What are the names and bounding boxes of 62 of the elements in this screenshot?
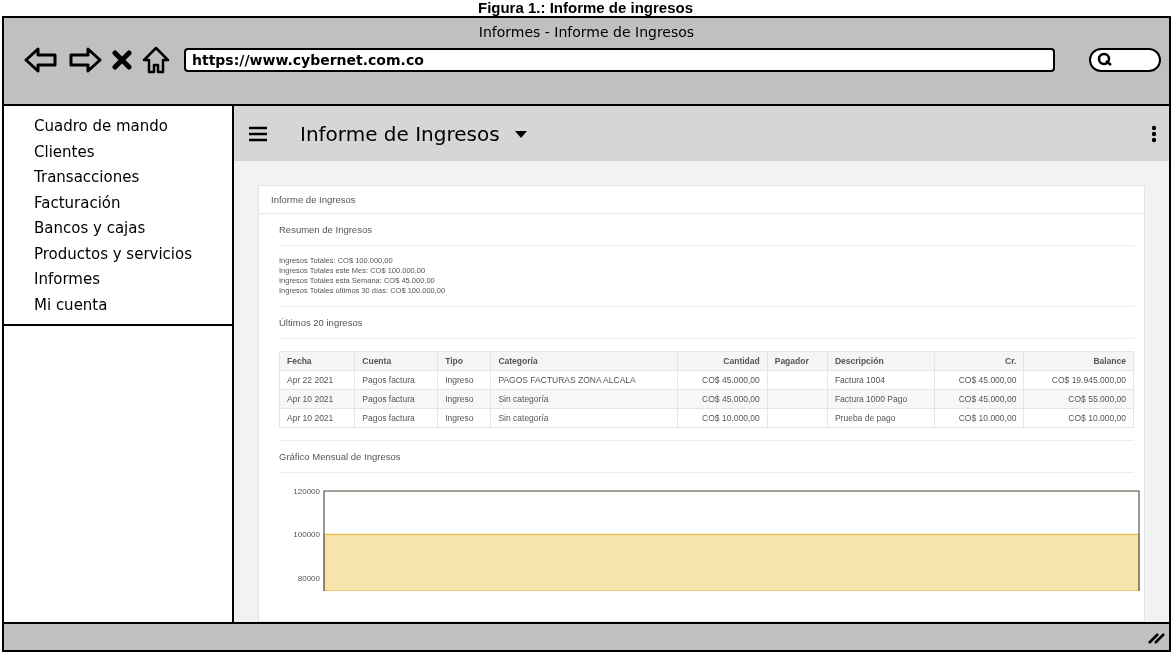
table-cell: Apr 22 2021	[279, 370, 355, 390]
column-header: Pagador	[767, 351, 828, 371]
column-header: Cuenta	[354, 351, 438, 371]
card-title: Informe de Ingresos	[259, 186, 1144, 214]
table-cell: Apr 10 2021	[279, 389, 355, 409]
table-cell: CO$ 55.000,00	[1023, 389, 1134, 409]
table-cell: CO$ 45.000,00	[678, 389, 768, 409]
table-cell: CO$ 10.000,00	[678, 408, 768, 428]
table-cell: CO$ 19.945.000,00	[1023, 370, 1134, 390]
more-icon[interactable]	[1151, 124, 1157, 143]
column-header: Categoría	[490, 351, 678, 371]
back-icon[interactable]	[24, 47, 58, 73]
menu-item[interactable]: Informes	[34, 267, 232, 293]
table-cell: CO$ 10.000,00	[1023, 408, 1134, 428]
table-cell: Pagos factura	[354, 370, 438, 390]
resize-grip-icon[interactable]	[1147, 630, 1165, 644]
menu-item[interactable]: Cuadro de mando	[34, 114, 232, 140]
axis-tick-label: 100000	[293, 530, 320, 540]
table-cell: Ingreso	[437, 389, 491, 409]
table-cell: CO$ 45.000,00	[934, 389, 1024, 409]
axis-tick-label: 120000	[293, 487, 320, 496]
section-title: Resumen de Ingresos	[279, 214, 1134, 246]
table-cell: Sin categoría	[490, 389, 678, 409]
table-cell: CO$ 45.000,00	[678, 370, 768, 390]
table-cell: Factura 1004	[827, 370, 935, 390]
figure-caption: Figura 1.: Informe de ingresos	[476, 0, 694, 16]
menu-item[interactable]: Productos y servicios	[34, 241, 232, 267]
menu-item[interactable]: Mi cuenta	[34, 292, 232, 318]
column-header: Cr.	[934, 351, 1024, 371]
close-icon[interactable]	[112, 50, 132, 70]
caret-icon[interactable]	[513, 128, 528, 139]
table-cell: Pagos factura	[354, 389, 438, 409]
column-header: Cantidad	[678, 351, 768, 371]
menu-item[interactable]: Transacciones	[34, 165, 232, 191]
table-cell: Apr 10 2021	[279, 408, 355, 428]
table-cell: CO$ 45.000,00	[934, 370, 1024, 390]
search-field[interactable]	[1089, 48, 1161, 72]
search-icon	[1097, 52, 1113, 68]
table-cell: Prueba de pago	[827, 408, 935, 428]
column-header: Tipo	[437, 351, 491, 371]
home-icon[interactable]	[142, 46, 170, 74]
address-field[interactable]: https://www.cybernet.com.co	[184, 48, 1055, 72]
window-title: Informes - Informe de Ingresos	[477, 23, 696, 40]
axis-tick-label: 80000	[297, 573, 320, 583]
table-cell: Sin categoría	[490, 408, 678, 428]
column-header: Fecha	[279, 351, 355, 371]
table-cell: CO$ 10.000,00	[934, 408, 1024, 428]
table-cell: Pagos factura	[354, 408, 438, 428]
menu-item[interactable]: Bancos y cajas	[34, 216, 232, 242]
menu-icon[interactable]	[248, 125, 268, 142]
section-title: Gráfico Mensual de Ingresos	[279, 440, 1134, 473]
table-cell: Factura 1000 Pago	[827, 389, 935, 409]
section-title: Últimos 20 ingresos	[279, 307, 1134, 339]
menu-item[interactable]: Facturación	[34, 190, 232, 216]
forward-icon[interactable]	[68, 47, 102, 73]
page-title-dropdown[interactable]: Informe de Ingresos	[300, 121, 500, 146]
menu-item[interactable]: Clientes	[34, 139, 232, 165]
column-header: Balance	[1023, 351, 1134, 371]
table-cell: PAGOS FACTURAS ZONA ALCALA	[490, 370, 678, 390]
column-header: Descripción	[827, 351, 935, 371]
table-cell: Ingreso	[437, 408, 491, 428]
table-cell: Ingreso	[437, 370, 491, 390]
